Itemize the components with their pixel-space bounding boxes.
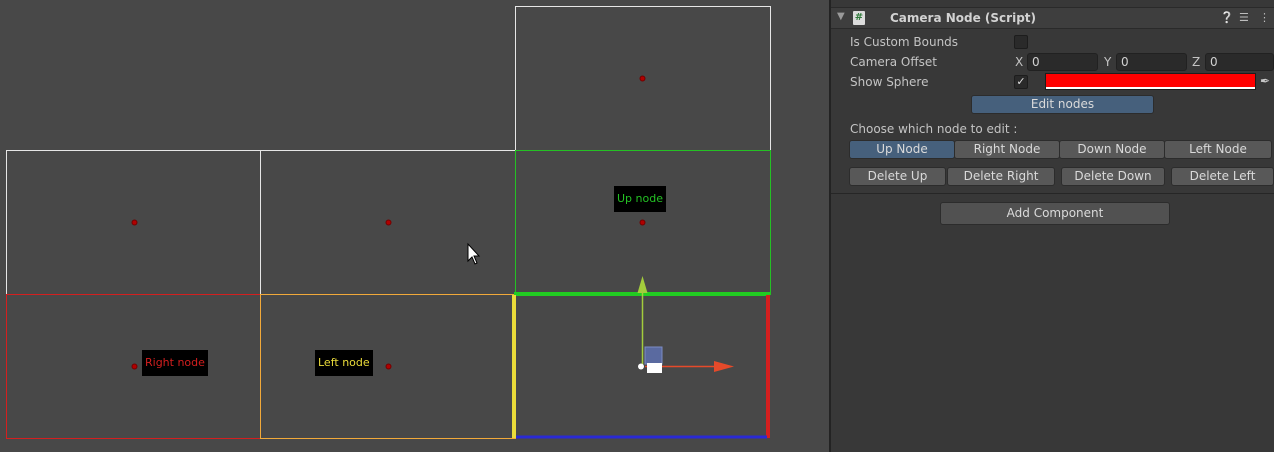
center-point-far-left <box>131 219 138 226</box>
left-node-label-text: Left node <box>318 356 370 369</box>
tab-up-node[interactable]: Up Node <box>849 140 955 159</box>
up-node-label: Up node <box>614 186 666 212</box>
gizmo-center-handle[interactable] <box>647 363 662 373</box>
offset-z-label: Z <box>1192 55 1201 69</box>
show-sphere-checkbox[interactable]: ✓ <box>1014 75 1028 89</box>
choose-node-label: Choose which node to edit : <box>850 122 1018 136</box>
left-node-label: Left node <box>315 350 373 376</box>
color-alpha-bar <box>1046 87 1255 89</box>
inspector-panel: ▼ # Camera Node (Script) ❔ ☰ ⋮ Is Custom… <box>831 0 1274 452</box>
show-sphere-label: Show Sphere <box>850 75 929 89</box>
delete-right-button[interactable]: Delete Right <box>947 167 1055 186</box>
scene-view[interactable]: Up node Right node Left node <box>0 0 829 452</box>
tab-right-node[interactable]: Right Node <box>954 140 1060 159</box>
sphere-color-field[interactable] <box>1045 73 1256 90</box>
more-icon[interactable]: ⋮ <box>1259 11 1270 24</box>
right-node-label-text: Right node <box>145 356 205 369</box>
gizmo-x-arrow-icon[interactable] <box>714 361 734 372</box>
edit-nodes-button[interactable]: Edit nodes <box>971 95 1154 114</box>
offset-y-label: Y <box>1104 55 1112 69</box>
eyedropper-icon[interactable]: ✒ <box>1260 74 1270 88</box>
component-title: Camera Node (Script) <box>890 11 1037 25</box>
offset-x-label: X <box>1015 55 1024 69</box>
is-custom-bounds-checkbox[interactable] <box>1014 35 1028 49</box>
center-point-left-node <box>385 363 392 370</box>
gizmo-y-arrow-icon[interactable] <box>637 276 648 293</box>
gizmo-origin[interactable] <box>638 363 644 370</box>
tab-down-node[interactable]: Down Node <box>1059 140 1165 159</box>
center-point-middle-left <box>385 219 392 226</box>
up-node-label-text: Up node <box>617 192 663 205</box>
center-point-right-node <box>131 363 138 370</box>
foldout-arrow-icon[interactable]: ▼ <box>837 11 845 22</box>
scene-canvas[interactable] <box>0 0 829 452</box>
offset-x-field[interactable]: 0 <box>1027 53 1098 71</box>
preset-icon[interactable]: ☰ <box>1239 11 1249 24</box>
delete-left-button[interactable]: Delete Left <box>1171 167 1274 186</box>
add-component-button[interactable]: Add Component <box>940 202 1170 225</box>
offset-z-field[interactable]: 0 <box>1205 53 1274 71</box>
delete-down-button[interactable]: Delete Down <box>1061 167 1165 186</box>
mouse-cursor-icon <box>467 242 481 265</box>
is-custom-bounds-label: Is Custom Bounds <box>850 35 959 49</box>
help-icon[interactable]: ❔ <box>1220 11 1234 24</box>
component-separator <box>831 193 1274 194</box>
offset-y-field[interactable]: 0 <box>1116 53 1187 71</box>
delete-up-button[interactable]: Delete Up <box>849 167 946 186</box>
gizmo-plane-handle[interactable] <box>644 346 663 365</box>
tab-left-node[interactable]: Left Node <box>1164 140 1272 159</box>
center-point-up-node <box>639 219 646 226</box>
center-point-top <box>639 75 646 82</box>
camera-offset-label: Camera Offset <box>850 55 937 69</box>
script-icon: # <box>853 11 865 25</box>
component-header[interactable]: ▼ # Camera Node (Script) ❔ ☰ ⋮ <box>831 7 1274 29</box>
right-node-label: Right node <box>142 350 208 376</box>
move-gizmo[interactable] <box>637 276 735 373</box>
